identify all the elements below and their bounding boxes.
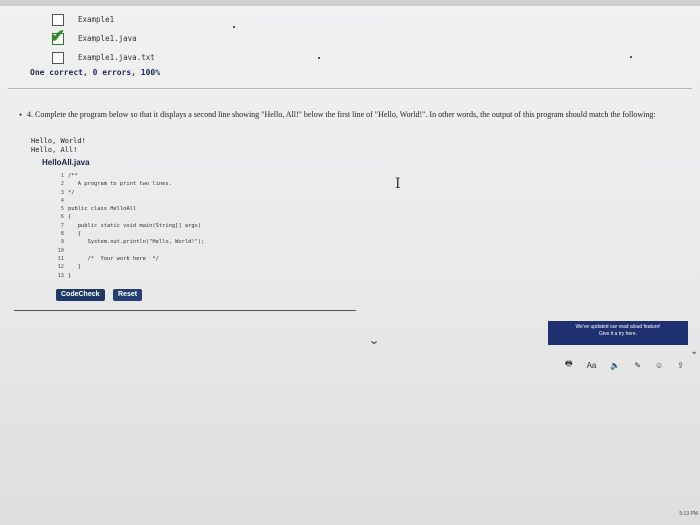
chevron-down-icon[interactable]: ⌄ [690,346,698,357]
code-line[interactable]: 3 */ [48,189,608,197]
line-number: 5 [60,206,64,213]
bullet-icon: • [19,110,23,120]
text-cursor-icon: I [395,176,401,192]
file-checkbox[interactable]: ✔ [50,27,65,45]
smile-icon[interactable]: ☺ [655,361,663,370]
code-text: { [68,214,72,221]
share-icon[interactable]: ⇪ [677,361,684,370]
file-row[interactable]: Example1 [52,10,155,29]
text-size-button[interactable]: Aa [587,361,597,370]
screen-mark [318,57,320,59]
code-text: /** [68,173,78,179]
code-text: } [68,272,72,279]
line-number: 7 [60,222,64,229]
question-number: 4. [27,110,33,119]
code-line[interactable]: 7 public static void main(String[] args) [48,222,608,230]
code-line[interactable]: 4 [48,197,608,205]
code-line[interactable]: 5 public class HelloAll [48,205,608,213]
file-checkbox[interactable] [52,51,64,64]
system-tray: 5:13 PM [650,507,700,525]
source-file-name: HelloAll.java [42,158,90,167]
file-list: Example1 ✔ Example1.java Example1.java.t… [50,10,155,67]
line-number: 11 [57,255,65,262]
expected-output: Hello, World! Hello, All! [31,137,86,154]
banner-line: Give it a try here. [598,331,638,337]
code-text: System.out.println("Hello, World!"); [68,239,205,246]
read-aloud-banner[interactable]: We've updated our read aloud feature! Gi… [548,321,688,345]
codecheck-button[interactable]: CodeCheck [56,289,105,301]
line-number: 8 [60,231,64,238]
banner-line: We've updated our read aloud feature! [575,324,661,330]
screen-mark [233,26,235,28]
line-number: 13 [57,272,65,279]
speaker-icon[interactable]: 🔈 [610,361,620,370]
code-text: */ [68,189,75,196]
line-number: 6 [60,214,64,221]
screen-mark [630,56,632,58]
code-line[interactable]: 10 [48,247,608,255]
clock: 5:13 PM [679,511,698,517]
line-number: 9 [60,239,64,246]
code-line[interactable]: 8 { [48,230,608,238]
code-text: /* Your work here */ [68,255,159,262]
reader-toolbar: 🖶 Aa 🔈 ✎ ☺ ⇪ [565,358,684,372]
code-line[interactable]: 6{ [48,213,608,221]
chevron-down-icon[interactable]: ⌄ [368,333,380,347]
code-line[interactable]: 13} [48,272,608,280]
code-line[interactable]: 12 } [48,263,608,271]
code-text: public class HelloAll [68,206,137,213]
code-line[interactable]: 1 /** [48,172,608,180]
file-name: Example1.java [78,34,137,43]
file-name: Example1.java.txt [78,53,155,62]
code-text: { [68,231,81,238]
code-line[interactable]: 2 A program to print two lines. [48,180,608,188]
reset-button[interactable]: Reset [113,289,143,301]
pen-icon[interactable]: ✎ [634,361,641,370]
file-row[interactable]: ✔ Example1.java [50,27,155,48]
file-row[interactable]: Example1.java.txt [52,48,155,67]
question: • 4. Complete the program below so that … [19,110,682,120]
line-number: 3 [60,189,64,196]
line-number: 10 [57,247,65,254]
divider [14,310,356,311]
code-editor[interactable]: 1/** 2 A program to print two lines. 3 */4 5… [48,172,608,282]
line-number: 4 [60,197,64,204]
result-summary: One correct, 0 errors, 100% [30,68,161,77]
line-number: 12 [57,264,65,271]
question-text: Complete the program below so that it di… [35,110,656,119]
checkmark-icon: ✔ [50,25,66,46]
file-checkbox[interactable] [52,13,64,26]
code-text: A program to print two lines. [68,181,172,188]
divider [8,88,692,89]
code-line[interactable]: 9 System.out.println("Hello, World!"); [48,238,608,246]
print-icon[interactable]: 🖶 [565,358,573,372]
code-text: public static void main(String[] args) [68,222,202,229]
top-strip [0,0,700,6]
line-number: 1 [60,173,64,179]
code-line[interactable]: 11 /* Your work here */ [48,255,608,263]
file-name: Example1 [78,15,115,24]
line-number: 2 [60,181,64,188]
code-text: } [68,264,81,271]
